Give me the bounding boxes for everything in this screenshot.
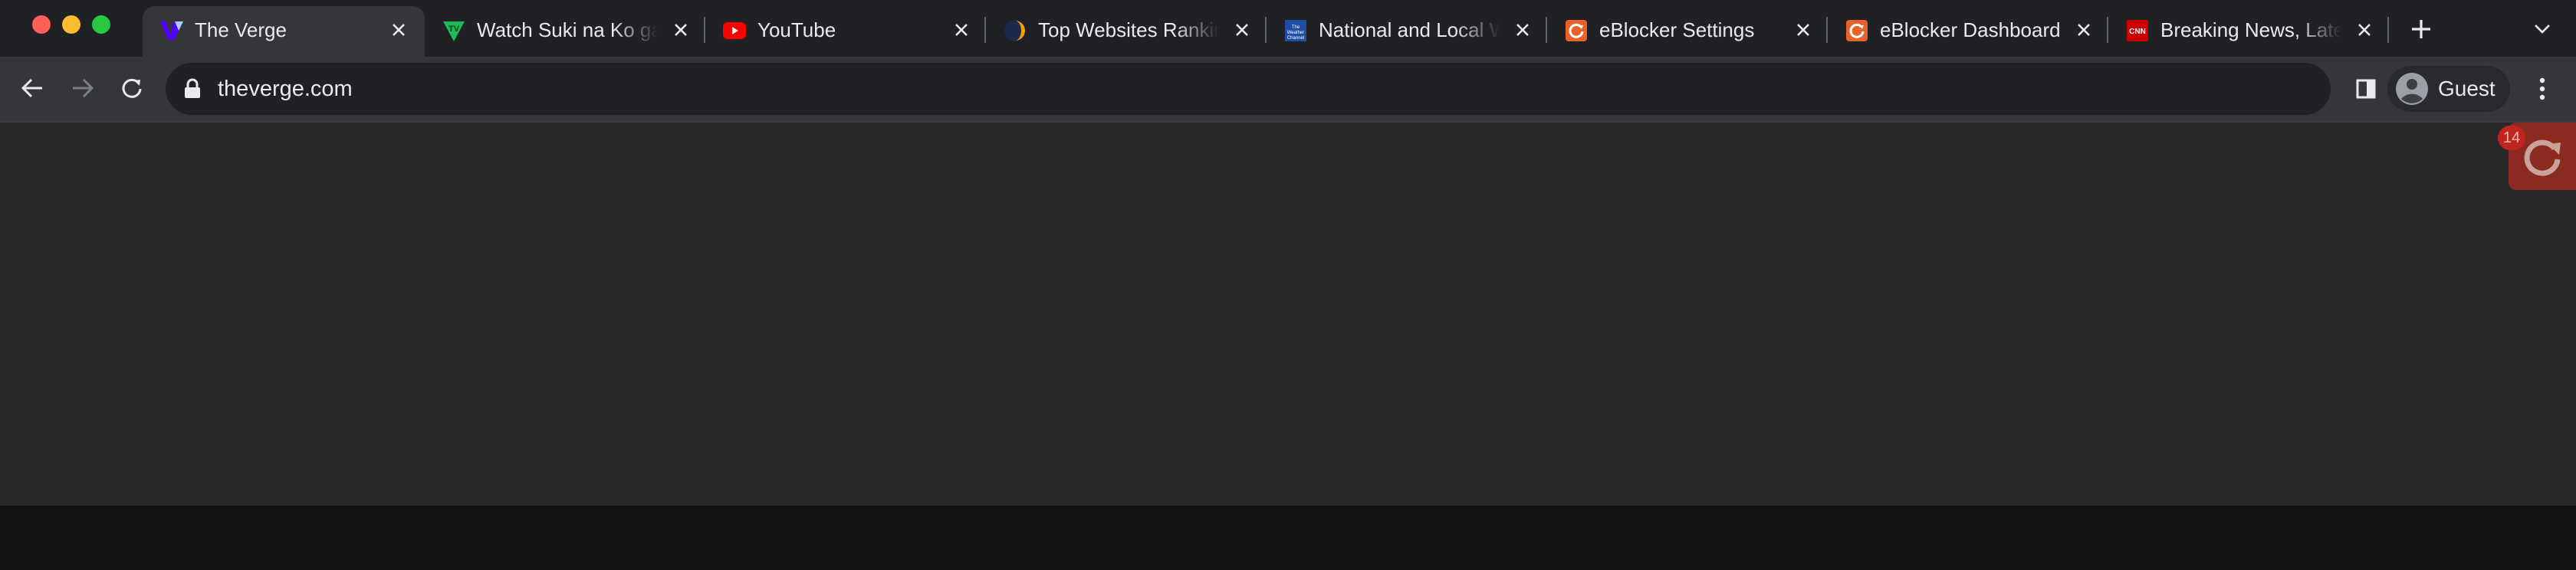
tab-eblocker-settings[interactable]: eBlocker Settings	[1547, 6, 1828, 57]
arrow-left-icon	[21, 78, 42, 98]
tab-title: The Verge	[195, 18, 287, 41]
tab-title: Breaking News, Lates	[2160, 18, 2341, 41]
tab-strip: The Verge TV Watch Suki na Ko ga YouTube	[0, 0, 2576, 57]
tab-eblocker-dashboard[interactable]: eBlocker Dashboard	[1828, 6, 2108, 57]
close-tab-icon[interactable]	[386, 18, 411, 42]
lock-icon[interactable]	[182, 78, 202, 100]
tab-watch-suki[interactable]: TV Watch Suki na Ko ga	[425, 6, 705, 57]
close-tab-icon[interactable]	[669, 18, 693, 42]
side-panel-icon	[2356, 79, 2376, 99]
close-tab-icon[interactable]	[1791, 18, 1815, 42]
profile-name: Guest	[2438, 77, 2496, 100]
verge-logo-icon	[159, 18, 184, 43]
forward-button[interactable]	[67, 73, 98, 103]
youtube-icon	[722, 18, 747, 43]
svg-text:CNN: CNN	[2129, 28, 2146, 36]
tab-title: Top Websites Rankin	[1038, 18, 1219, 41]
new-tab-button[interactable]	[2407, 15, 2435, 43]
address-bar[interactable]: theverge.com	[166, 63, 2331, 115]
tab-title: eBlocker Settings	[1599, 18, 1755, 41]
extension-badge: 14	[2498, 126, 2525, 150]
plus-icon	[2412, 20, 2430, 38]
profile-button[interactable]: Guest	[2387, 66, 2510, 112]
tab-separator	[2387, 17, 2389, 43]
kebab-menu-icon	[2539, 77, 2545, 100]
cnn-icon: CNN	[2125, 18, 2150, 43]
tab-cnn[interactable]: CNN Breaking News, Lates	[2108, 6, 2389, 57]
tv-logo-icon: TV	[442, 18, 466, 43]
close-tab-icon[interactable]	[1230, 18, 1254, 42]
tab-youtube[interactable]: YouTube	[705, 6, 986, 57]
svg-text:Channel: Channel	[1287, 36, 1304, 41]
close-tab-icon[interactable]	[949, 18, 974, 42]
window-minimize-button[interactable]	[62, 15, 80, 34]
svg-text:The: The	[1292, 25, 1300, 30]
tab-title: eBlocker Dashboard	[1880, 18, 2061, 41]
chevron-down-icon	[2535, 25, 2550, 34]
eblocker-icon	[1564, 18, 1589, 43]
similarweb-icon	[1003, 18, 1027, 43]
side-panel-button[interactable]	[2351, 74, 2381, 104]
tab-weather[interactable]: The Weather Channel National and Local W	[1267, 6, 1547, 57]
browser-toolbar: theverge.com Guest	[0, 57, 2576, 121]
tab-the-verge[interactable]: The Verge	[143, 6, 425, 57]
window-close-button[interactable]	[32, 15, 51, 34]
tab-search-button[interactable]	[2530, 17, 2555, 41]
menu-button[interactable]	[2530, 74, 2555, 104]
reload-button[interactable]	[117, 73, 147, 103]
back-button[interactable]	[17, 73, 48, 103]
close-tab-icon[interactable]	[2072, 18, 2096, 42]
tab-title: YouTube	[757, 18, 836, 41]
tab-top-websites[interactable]: Top Websites Rankin	[986, 6, 1267, 57]
page-content	[0, 121, 2576, 506]
arrow-right-icon	[73, 78, 94, 98]
close-tab-icon[interactable]	[1510, 18, 1535, 42]
eblocker-icon	[1845, 18, 1869, 43]
svg-text:Weather: Weather	[1287, 31, 1305, 35]
avatar-icon	[2396, 73, 2428, 105]
tab-title: Watch Suki na Ko ga	[477, 18, 658, 41]
page-footer-area	[0, 506, 2576, 570]
close-tab-icon[interactable]	[2352, 18, 2377, 42]
svg-text:TV: TV	[449, 25, 460, 34]
tab-title: National and Local W	[1319, 18, 1500, 41]
reload-icon	[122, 78, 142, 98]
weather-channel-icon: The Weather Channel	[1283, 18, 1308, 43]
window-maximize-button[interactable]	[92, 15, 110, 34]
url-text[interactable]: theverge.com	[218, 63, 353, 115]
